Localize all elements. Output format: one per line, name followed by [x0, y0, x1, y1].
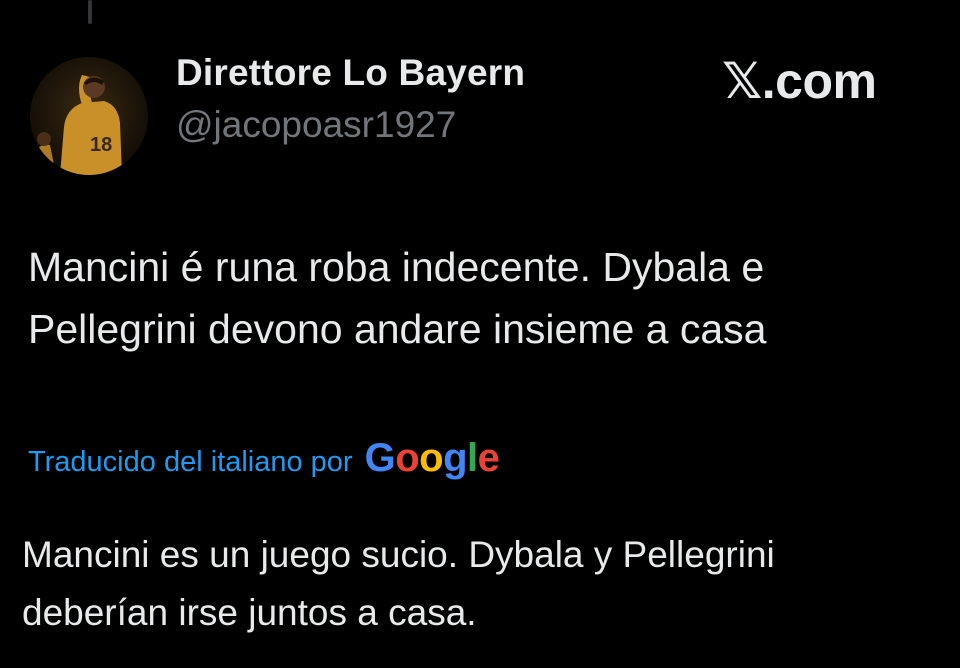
tweet-text-line: Pellegrini devono andare insieme a casa — [28, 306, 767, 352]
avatar-image-icon: 18 — [30, 57, 148, 175]
google-logo-letter: o — [395, 436, 420, 480]
google-logo-letter: l — [467, 436, 478, 480]
google-logo-letter: e — [477, 436, 500, 480]
author-handle[interactable]: @jacopoasr1927 — [176, 104, 456, 146]
author-display-name[interactable]: Direttore Lo Bayern — [176, 52, 525, 94]
thread-connector-line — [88, 0, 92, 24]
google-logo-letter: o — [419, 436, 444, 480]
translation-label[interactable]: Traducido del italiano por — [28, 446, 353, 479]
tweet-text-line: Mancini é runa roba indecente. Dybala e — [28, 244, 765, 290]
avatar[interactable]: 18 — [30, 57, 148, 175]
translated-text-line: deberían irse juntos a casa. — [22, 592, 477, 633]
translation-attribution[interactable]: Traducido del italiano por Google — [28, 436, 500, 481]
translated-tweet-text: Mancini es un juego sucio. Dybala y Pell… — [22, 526, 942, 642]
google-logo-letter: g — [443, 436, 468, 480]
google-logo-icon: Google — [365, 436, 500, 481]
tweet-text: Mancini é runa roba indecente. Dybala e … — [28, 236, 928, 360]
x-logo-icon: 𝕏.com — [722, 53, 877, 109]
translated-text-line: Mancini es un juego sucio. Dybala y Pell… — [22, 534, 775, 575]
google-logo-letter: G — [364, 436, 396, 480]
svg-text:18: 18 — [90, 134, 112, 156]
